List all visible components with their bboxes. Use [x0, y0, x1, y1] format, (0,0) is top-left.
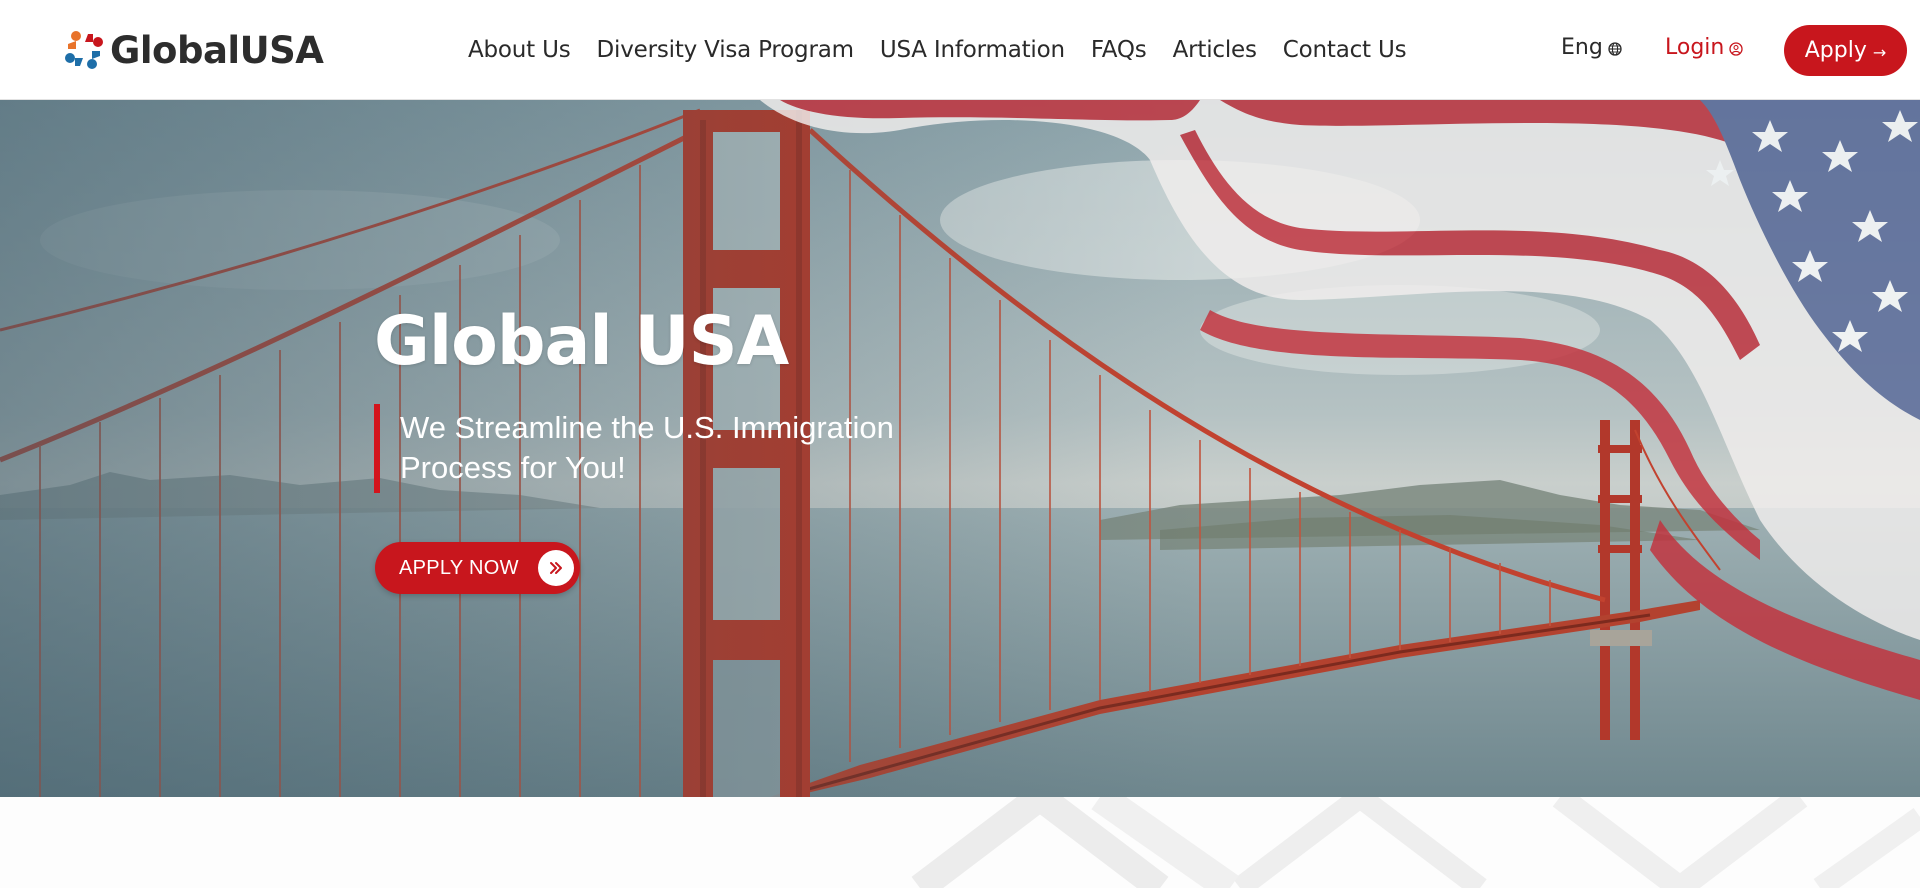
next-section-background [0, 797, 1920, 888]
nav-usa-information[interactable]: USA Information [880, 37, 1065, 63]
login-label: Login [1665, 35, 1725, 60]
arrow-right-icon: → [1872, 43, 1887, 62]
decorative-pattern [911, 797, 1920, 888]
apply-now-button[interactable]: APPLY NOW [375, 542, 580, 594]
apply-now-label: APPLY NOW [399, 556, 519, 579]
user-circle-icon [1729, 41, 1744, 56]
hero-subtitle: We Streamline the U.S. Immigration Proce… [400, 410, 894, 485]
nav-contact-us[interactable]: Contact Us [1283, 37, 1407, 63]
hero-background-image [0, 100, 1920, 797]
site-header: GlobalUSA About Us Diversity Visa Progra… [0, 0, 1920, 100]
apply-button[interactable]: Apply → [1784, 25, 1907, 76]
language-label: Eng [1561, 35, 1603, 60]
globe-icon [1608, 42, 1622, 56]
language-selector[interactable]: Eng [1561, 35, 1622, 60]
nav-diversity-visa-program[interactable]: Diversity Visa Program [597, 37, 854, 63]
double-chevron-right-icon [538, 550, 574, 586]
hero-section: Global USA We Streamline the U.S. Immigr… [0, 100, 1920, 797]
logo-icon [65, 31, 103, 69]
nav-about-us[interactable]: About Us [468, 37, 571, 63]
nav-faqs[interactable]: FAQs [1091, 37, 1147, 63]
main-nav: About Us Diversity Visa Program USA Info… [468, 0, 1407, 100]
hero-title: Global USA [374, 302, 789, 381]
logo[interactable]: GlobalUSA [61, 27, 324, 73]
hero-subtitle-block: We Streamline the U.S. Immigration Proce… [374, 404, 934, 493]
apply-label: Apply [1804, 38, 1867, 63]
logo-text: GlobalUSA [110, 28, 324, 72]
login-link[interactable]: Login [1665, 35, 1744, 60]
nav-articles[interactable]: Articles [1173, 37, 1257, 63]
